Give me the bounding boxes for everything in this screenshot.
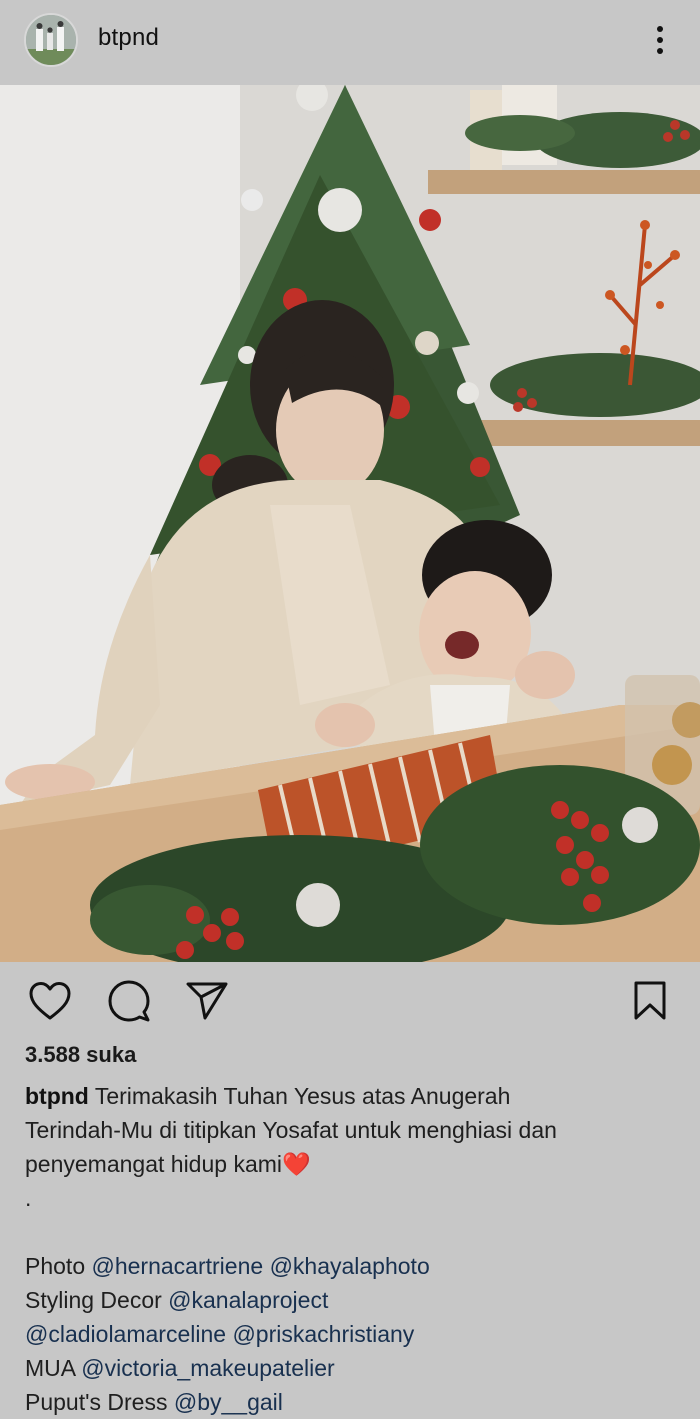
caption-username[interactable]: btpnd [25, 1083, 89, 1109]
bookmark-icon[interactable] [625, 975, 675, 1027]
post-header: btpnd [0, 0, 700, 82]
mention-link[interactable]: @by__gail [174, 1389, 283, 1415]
post-photo[interactable] [0, 85, 700, 962]
caption-text: Terindah-Mu di titipkan Yosafat untuk me… [25, 1117, 557, 1143]
avatar-image [26, 15, 76, 65]
heart-icon[interactable] [25, 975, 75, 1027]
caption-text: Terimakasih Tuhan Yesus atas Anugerah [88, 1083, 511, 1109]
likes-count[interactable]: 3.588 suka [25, 1042, 136, 1068]
credit-label: Styling Decor [25, 1287, 169, 1313]
more-vertical-icon[interactable] [642, 22, 678, 58]
mention-link[interactable]: @hernacartriene [92, 1253, 264, 1279]
post-caption: btpnd Terimakasih Tuhan Yesus atas Anuge… [25, 1079, 665, 1419]
mention-link[interactable]: @priskachristiany [232, 1321, 414, 1347]
mention-link[interactable]: @victoria_makeupatelier [81, 1355, 334, 1381]
send-icon[interactable] [182, 975, 232, 1027]
credit-label: Puput's Dress [25, 1389, 174, 1415]
post-actions [0, 975, 700, 1030]
credit-label: MUA [25, 1355, 82, 1381]
caption-dot: . [25, 1185, 32, 1211]
avatar[interactable] [24, 13, 78, 67]
comment-icon[interactable] [104, 975, 154, 1027]
mention-link[interactable]: @khayalaphoto [270, 1253, 430, 1279]
caption-text: penyemangat hidup kami [25, 1151, 282, 1177]
credit-label: Photo [25, 1253, 92, 1279]
post-username[interactable]: btpnd [98, 24, 159, 52]
mention-link[interactable]: @kanalaproject [168, 1287, 328, 1313]
mention-link[interactable]: @cladiolamarceline [25, 1321, 226, 1347]
red-heart-emoji-icon: ❤️ [282, 1151, 311, 1177]
